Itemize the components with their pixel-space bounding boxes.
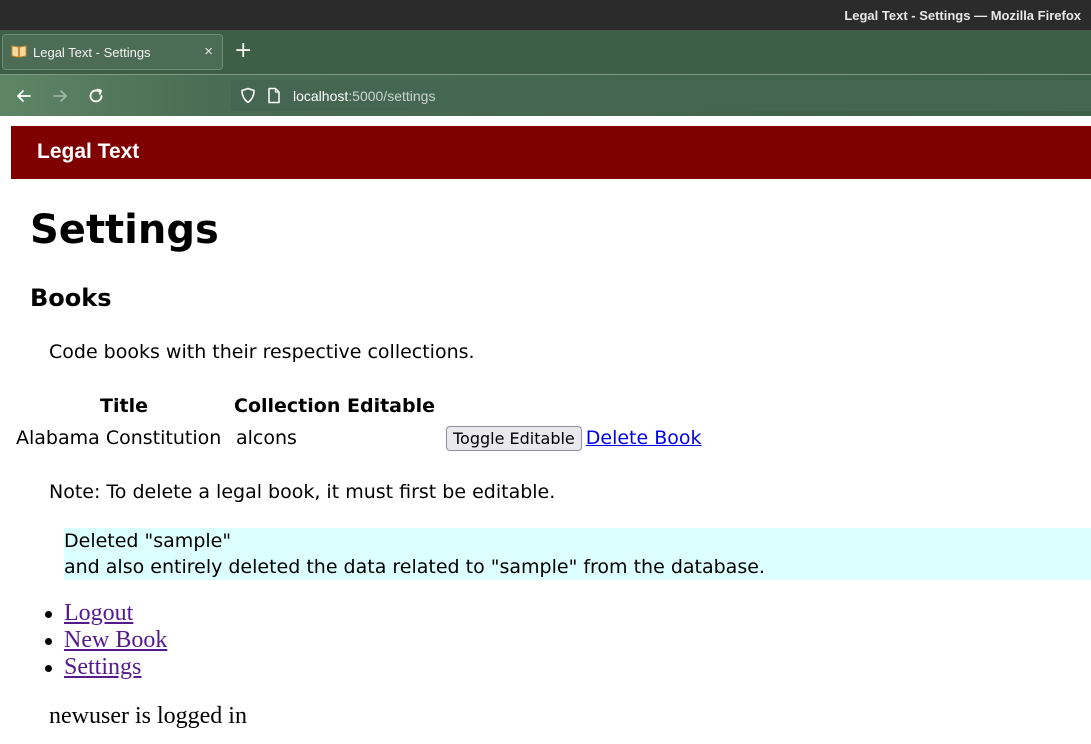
- column-header-title: Title: [100, 395, 148, 417]
- books-description: Code books with their respective collect…: [49, 341, 475, 363]
- page-title: Settings: [30, 207, 219, 253]
- book-icon: [11, 44, 27, 58]
- window-titlebar: Legal Text - Settings — Mozilla Firefox: [0, 0, 1091, 30]
- forward-arrow-icon[interactable]: [49, 85, 71, 107]
- book-actions-cell: Toggle Editable Delete Book: [440, 419, 704, 453]
- url-text[interactable]: localhost:5000/settings: [293, 88, 435, 104]
- site-header: Legal Text: [11, 126, 1091, 179]
- close-tab-icon[interactable]: ×: [204, 43, 213, 60]
- table-header-row: Title Collection Editable: [14, 393, 704, 419]
- book-title-cell: Alabama Constitution: [16, 427, 222, 449]
- back-arrow-icon[interactable]: [13, 85, 35, 107]
- logout-link[interactable]: Logout: [64, 600, 133, 626]
- shield-icon[interactable]: [240, 87, 256, 107]
- column-header-actions: [440, 393, 704, 419]
- reload-icon[interactable]: [85, 85, 107, 107]
- url-path: :5000/settings: [348, 88, 436, 104]
- flash-line-2: and also entirely deleted the data relat…: [64, 556, 765, 578]
- url-bar[interactable]: localhost:5000/settings: [231, 80, 1091, 111]
- flash-message: Deleted "sample" and also entirely delet…: [64, 528, 1091, 580]
- toggle-editable-button[interactable]: Toggle Editable: [446, 425, 582, 451]
- book-collection-cell: alcons: [236, 427, 297, 449]
- window-title: Legal Text - Settings — Mozilla Firefox: [844, 8, 1081, 23]
- tab-strip: Legal Text - Settings × +: [0, 30, 1091, 74]
- new-book-link[interactable]: New Book: [64, 627, 167, 653]
- delete-book-link[interactable]: Delete Book: [586, 427, 702, 449]
- tab-legal-text-settings[interactable]: Legal Text - Settings ×: [2, 34, 223, 70]
- delete-note: Note: To delete a legal book, it must fi…: [49, 481, 556, 503]
- url-host: localhost: [293, 88, 349, 104]
- site-title[interactable]: Legal Text: [37, 140, 139, 164]
- navigation-toolbar: localhost:5000/settings: [0, 74, 1091, 116]
- table-row: Alabama Constitution alcons Toggle Edita…: [14, 419, 704, 453]
- column-header-editable: Editable: [346, 395, 435, 417]
- tab-label: Legal Text - Settings: [33, 45, 151, 60]
- menu-item-new-book: New Book: [43, 627, 167, 654]
- new-tab-button[interactable]: +: [234, 38, 252, 64]
- user-menu: Logout New Book Settings: [43, 600, 167, 681]
- menu-item-logout: Logout: [43, 600, 167, 627]
- settings-link[interactable]: Settings: [64, 654, 141, 680]
- column-header-collection: Collection Editable: [234, 393, 440, 419]
- menu-item-settings: Settings: [43, 654, 167, 681]
- login-status: newuser is logged in: [49, 703, 247, 729]
- section-heading-books: Books: [30, 284, 112, 312]
- page-content: Legal Text Settings Books Code books wit…: [0, 116, 1091, 744]
- books-table: Title Collection Editable Alabama Consti…: [14, 393, 704, 453]
- flash-line-1: Deleted "sample": [64, 530, 232, 552]
- page-icon[interactable]: [267, 87, 281, 107]
- column-header-collection-label: Collection: [234, 395, 341, 417]
